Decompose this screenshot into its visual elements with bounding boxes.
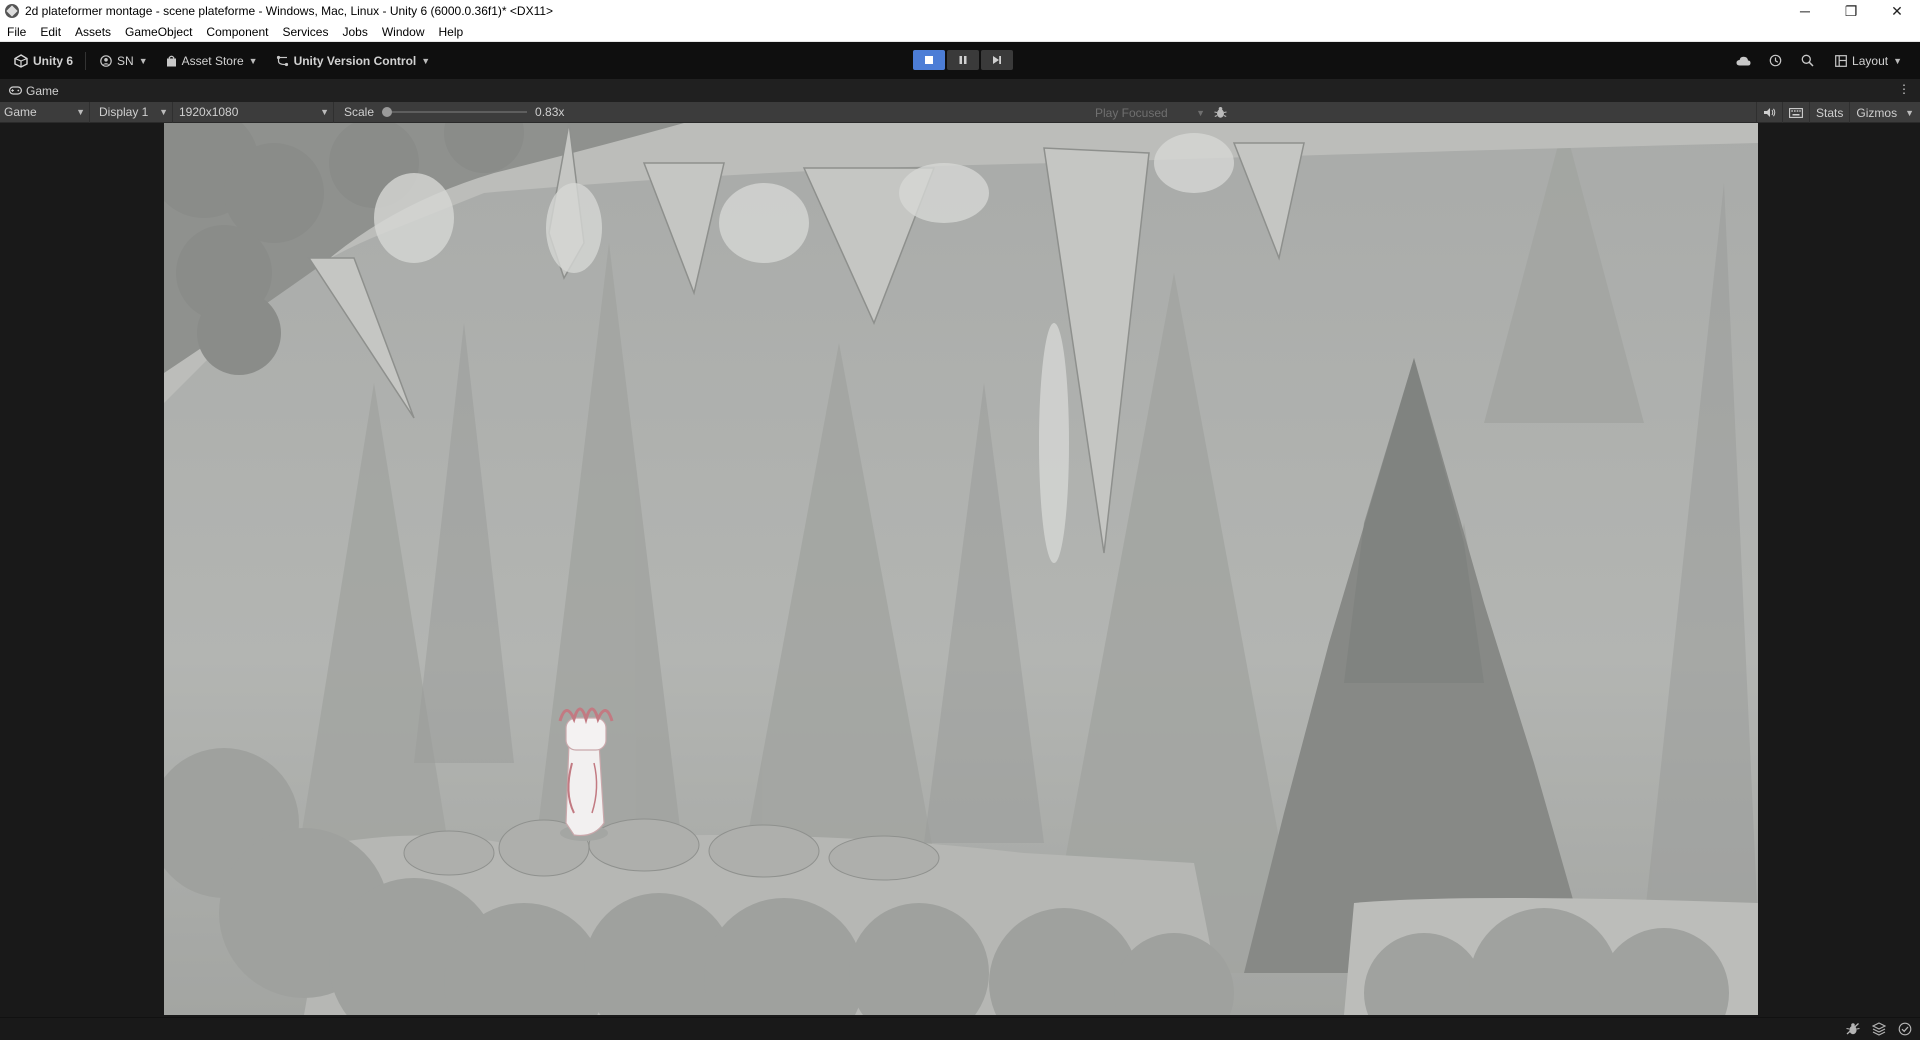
toolbar-right: Layout ▼ — [1729, 42, 1920, 79]
step-button[interactable] — [981, 50, 1013, 70]
game-scene-artwork — [164, 123, 1758, 1015]
playmode-controls — [913, 50, 1013, 70]
speaker-icon — [1764, 108, 1776, 117]
menu-window[interactable]: Window — [375, 22, 432, 42]
chevron-down-icon: ▼ — [159, 107, 168, 117]
layout-label: Layout — [1852, 53, 1889, 68]
restore-button[interactable]: ❐ — [1828, 0, 1874, 22]
history-icon[interactable] — [1761, 49, 1789, 73]
layout-icon — [1835, 54, 1847, 67]
check-circle-icon[interactable] — [1896, 1020, 1914, 1038]
menu-bar: File Edit Assets GameObject Component Se… — [0, 22, 1920, 42]
tab-game[interactable]: Game — [0, 79, 65, 102]
chevron-down-icon: ▼ — [76, 107, 85, 117]
chevron-down-icon: ▼ — [1196, 107, 1205, 118]
cloud-icon[interactable] — [1729, 49, 1757, 73]
unity-label: Unity 6 — [33, 53, 74, 68]
unity-account-button[interactable]: Unity 6 — [6, 49, 81, 73]
pause-icon — [959, 56, 967, 64]
status-bar — [0, 1017, 1920, 1040]
toolbar-separator — [85, 51, 87, 70]
play-focused-dropdown[interactable]: Play Focused ▼ — [1095, 102, 1205, 123]
menu-gameobject[interactable]: GameObject — [118, 22, 199, 42]
chevron-down-icon: ▼ — [248, 55, 258, 66]
layout-dropdown[interactable]: Layout ▼ — [1827, 49, 1910, 73]
minimize-button[interactable]: ─ — [1782, 0, 1828, 22]
user-icon — [100, 54, 112, 67]
menu-services[interactable]: Services — [275, 22, 335, 42]
step-icon — [993, 56, 1001, 64]
debug-mode-icon[interactable] — [1844, 1020, 1862, 1038]
gizmos-label: Gizmos — [1856, 105, 1898, 120]
chevron-down-icon: ▼ — [1893, 55, 1902, 66]
shortcuts-button[interactable] — [1782, 102, 1809, 123]
game-view-controls: Game ▼ Display 1 ▼ 1920x1080 ▼ Scale 0.8… — [0, 101, 1920, 123]
pause-button[interactable] — [947, 50, 979, 70]
version-control-dropdown[interactable]: Unity Version Control ▼ — [268, 49, 439, 73]
game-view-right-controls: Stats Gizmos ▼ — [1756, 102, 1920, 123]
display-label: Display 1 — [99, 105, 149, 119]
gizmos-button[interactable]: Gizmos ▼ — [1849, 102, 1920, 123]
tab-game-label: Game — [26, 83, 59, 98]
play-button[interactable] — [913, 50, 945, 70]
chevron-down-icon: ▼ — [421, 55, 431, 66]
bug-icon[interactable] — [1212, 105, 1228, 120]
menu-jobs[interactable]: Jobs — [335, 22, 374, 42]
play-focused-label: Play Focused — [1095, 105, 1168, 120]
more-options-icon[interactable]: ⋮ — [1898, 82, 1910, 96]
main-toolbar: Unity 6 SN ▼ Asset Store ▼ Unity Version… — [0, 42, 1920, 79]
account-dropdown[interactable]: SN ▼ — [92, 49, 156, 73]
menu-edit[interactable]: Edit — [33, 22, 68, 42]
window-titlebar: 2d plateformer montage - scene plateform… — [0, 0, 1920, 22]
menu-component[interactable]: Component — [199, 22, 275, 42]
version-control-label: Unity Version Control — [293, 53, 417, 68]
branch-icon — [276, 55, 288, 66]
menu-help[interactable]: Help — [432, 22, 471, 42]
window-title: 2d plateformer montage - scene plateform… — [25, 4, 554, 18]
scale-label: Scale — [344, 105, 375, 119]
view-mode-dropdown[interactable]: Game ▼ — [0, 101, 90, 123]
scale-slider-handle[interactable] — [382, 107, 393, 117]
stats-button[interactable]: Stats — [1809, 102, 1849, 123]
scale-value: 0.83x — [535, 105, 565, 119]
view-mode-label: Game — [4, 105, 37, 119]
mute-audio-button[interactable] — [1756, 102, 1782, 123]
game-tab-bar: Game ⋮ — [0, 79, 1920, 102]
chevron-down-icon: ▼ — [320, 107, 329, 117]
keyboard-icon — [1789, 107, 1803, 118]
chevron-down-icon: ▼ — [1905, 107, 1914, 118]
search-icon[interactable] — [1793, 49, 1821, 73]
layers-icon[interactable] — [1870, 1020, 1888, 1038]
asset-store-dropdown[interactable]: Asset Store ▼ — [158, 49, 266, 73]
unity-logo-icon — [14, 53, 28, 68]
chevron-down-icon: ▼ — [138, 55, 148, 66]
menu-assets[interactable]: Assets — [68, 22, 118, 42]
game-viewport[interactable] — [0, 123, 1920, 1017]
scale-slider[interactable] — [382, 107, 528, 117]
menu-file[interactable]: File — [0, 22, 33, 42]
account-label: SN — [117, 53, 134, 68]
gamepad-icon — [9, 86, 22, 95]
stop-icon — [925, 56, 933, 64]
display-dropdown[interactable]: Display 1 ▼ — [90, 101, 173, 123]
resolution-dropdown[interactable]: 1920x1080 ▼ — [173, 101, 334, 123]
unity-app-icon — [5, 4, 19, 18]
resolution-label: 1920x1080 — [179, 105, 239, 119]
asset-store-label: Asset Store — [181, 53, 244, 68]
game-render[interactable] — [164, 123, 1758, 1015]
close-button[interactable]: ✕ — [1874, 0, 1920, 22]
shopping-bag-icon — [166, 55, 176, 66]
